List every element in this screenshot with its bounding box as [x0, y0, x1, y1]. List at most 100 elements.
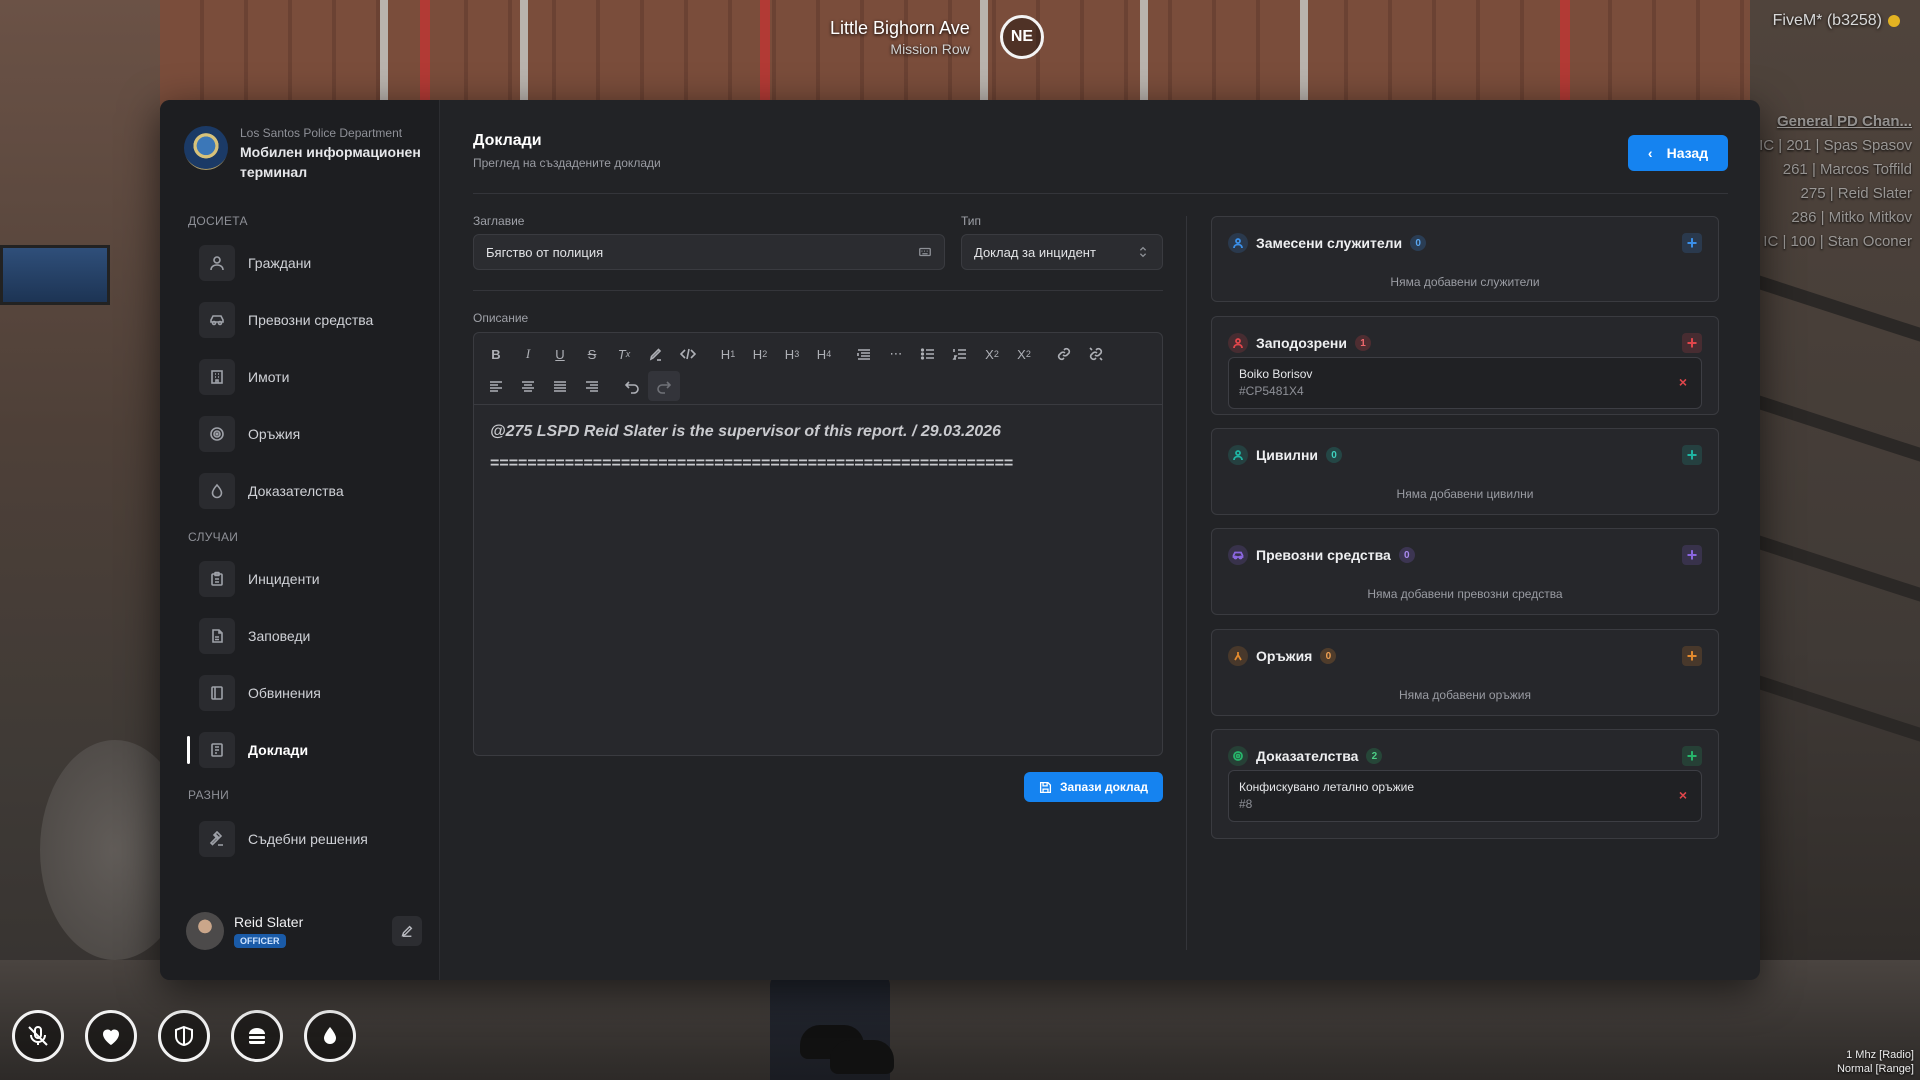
target-icon — [199, 416, 235, 452]
blockquote-button[interactable] — [848, 339, 880, 369]
h2-button[interactable]: H2 — [744, 339, 776, 369]
background-window-frame — [380, 0, 388, 110]
empty-message: Няма добавени оръжия — [1398, 688, 1532, 702]
type-label: Тип — [961, 214, 982, 228]
weapons-card: Оръжия 0 + Няма добавени оръжия — [1211, 629, 1719, 716]
clear-format-button[interactable]: Tx — [608, 339, 640, 369]
back-button[interactable]: ‹ Назад — [1628, 135, 1728, 171]
background-window-frame — [1300, 0, 1308, 110]
mdt-window: Los Santos Police Department Мобилен инф… — [160, 100, 1760, 980]
report-icon — [199, 732, 235, 768]
radio-status: 1 Mhz [Radio] Normal [Range] — [1837, 1048, 1914, 1076]
card-title: Оръжия — [1256, 648, 1313, 664]
health-icon — [85, 1010, 137, 1062]
h3-button[interactable]: H3 — [776, 339, 808, 369]
add-weapon-button[interactable]: + — [1682, 646, 1702, 666]
link-button[interactable] — [1048, 339, 1080, 369]
lspd-badge-logo — [184, 126, 228, 170]
gavel-icon — [199, 821, 235, 857]
unlink-icon — [1089, 347, 1103, 361]
strike-button[interactable]: S — [576, 339, 608, 369]
sidebar-item-label: Доклади — [248, 742, 309, 758]
superscript-button[interactable]: X2 — [1008, 339, 1040, 369]
add-vehicle-button[interactable]: + — [1682, 545, 1702, 565]
italic-button[interactable]: I — [512, 339, 544, 369]
ordered-list-icon — [952, 349, 966, 360]
subscript-button[interactable]: X2 — [976, 339, 1008, 369]
align-left-button[interactable] — [480, 371, 512, 401]
code-button[interactable] — [672, 339, 704, 369]
sidebar-item-properties[interactable]: Имоти — [199, 357, 419, 397]
add-suspect-button[interactable]: + — [1682, 333, 1702, 353]
civilians-card: Цивилни 0 + Няма добавени цивилни — [1211, 428, 1719, 515]
weapon-icon — [1228, 646, 1248, 666]
form-divider — [473, 290, 1163, 291]
highlighter-icon — [649, 348, 662, 361]
unlink-button[interactable] — [1080, 339, 1112, 369]
remove-suspect-button[interactable]: × — [1679, 374, 1687, 390]
sidebar-item-label: Граждани — [248, 255, 312, 271]
horizontal-rule-button[interactable]: ⋯ — [880, 339, 912, 369]
remove-evidence-button[interactable]: × — [1679, 787, 1687, 803]
sidebar-item-citizens[interactable]: Граждани — [199, 243, 419, 283]
channel-title: General PD Chan... — [1776, 113, 1912, 130]
report-title-value: Бягство от полиция — [486, 244, 604, 260]
highlight-button[interactable] — [640, 339, 672, 369]
editor-line: ========================================… — [490, 455, 1014, 472]
underline-button[interactable]: U — [544, 339, 576, 369]
sidebar-item-weapons[interactable]: Оръжия — [199, 414, 419, 454]
evidence-card: Доказателства 2 + Конфискувано летално о… — [1211, 729, 1719, 839]
brand: Los Santos Police Department Мобилен инф… — [184, 126, 430, 182]
bold-button[interactable]: B — [480, 339, 512, 369]
report-title-input[interactable]: Бягство от полиция — [473, 234, 945, 270]
align-justify-icon — [554, 381, 566, 392]
sidebar-item-vehicles[interactable]: Превозни средства — [199, 300, 419, 340]
suspect-name: Boiko Borisov — [1239, 367, 1313, 381]
align-right-button[interactable] — [576, 371, 608, 401]
align-right-icon — [586, 381, 598, 392]
h4-button[interactable]: H4 — [808, 339, 840, 369]
count-badge: 0 — [1326, 447, 1343, 463]
ordered-list-button[interactable] — [944, 339, 976, 369]
sidebar-item-label: Инциденти — [248, 571, 320, 587]
add-civilian-button[interactable]: + — [1682, 445, 1702, 465]
mic-muted-icon — [12, 1010, 64, 1062]
edit-profile-button[interactable] — [392, 916, 422, 946]
sidebar-item-warrants[interactable]: Заповеди — [199, 616, 419, 656]
sidebar-item-incidents[interactable]: Инциденти — [199, 559, 419, 599]
clipboard-icon — [199, 561, 235, 597]
street-name: Little Bighorn Ave — [830, 18, 970, 38]
background-monitor — [0, 245, 110, 305]
sidebar-item-charges[interactable]: Обвинения — [199, 673, 419, 713]
radio-frequency: 1 Mhz [Radio] — [1846, 1049, 1914, 1061]
evidence-name: Конфискувано летално оръжие — [1239, 780, 1415, 794]
sidebar-item-reports[interactable]: Доклади — [187, 730, 419, 770]
align-center-button[interactable] — [512, 371, 544, 401]
h1-button[interactable]: H1 — [712, 339, 744, 369]
add-officer-button[interactable]: + — [1682, 233, 1702, 253]
save-report-button[interactable]: Запази доклад — [1024, 772, 1163, 802]
card-title: Заподозрени — [1256, 335, 1347, 351]
align-justify-button[interactable] — [544, 371, 576, 401]
card-title: Цивилни — [1256, 447, 1319, 463]
user-profile: Reid Slater OFFICER — [186, 912, 422, 950]
page-subtitle: Преглед на създадените доклади — [473, 156, 661, 170]
list-item[interactable]: Boiko Borisov #CP5481X4 × — [1228, 357, 1702, 409]
list-item[interactable]: Конфискувано летално оръжие #8 × — [1228, 770, 1702, 822]
count-badge: 0 — [1410, 235, 1427, 251]
add-evidence-button[interactable]: + — [1682, 746, 1702, 766]
redo-button[interactable] — [648, 371, 680, 401]
channel-member: 261 | Marcos Toffild — [1782, 161, 1912, 178]
player-shoe — [830, 1040, 894, 1074]
undo-button[interactable] — [616, 371, 648, 401]
bullet-list-button[interactable] — [912, 339, 944, 369]
sidebar-item-evidence[interactable]: Доказателства — [199, 471, 419, 511]
chevron-left-icon: ‹ — [1647, 145, 1653, 161]
civilian-icon — [1228, 445, 1248, 465]
sidebar-item-court-rulings[interactable]: Съдебни решения — [199, 819, 419, 859]
editor-content[interactable]: @275 LSPD Reid Slater is the supervisor … — [474, 405, 1162, 491]
channel-member: 275 | Reid Slater — [1800, 185, 1912, 202]
background-window-frame — [1140, 0, 1148, 110]
report-type-select[interactable]: Доклад за инцидент — [961, 234, 1163, 270]
channel-member: 286 | Mitko Mitkov — [1791, 209, 1912, 226]
